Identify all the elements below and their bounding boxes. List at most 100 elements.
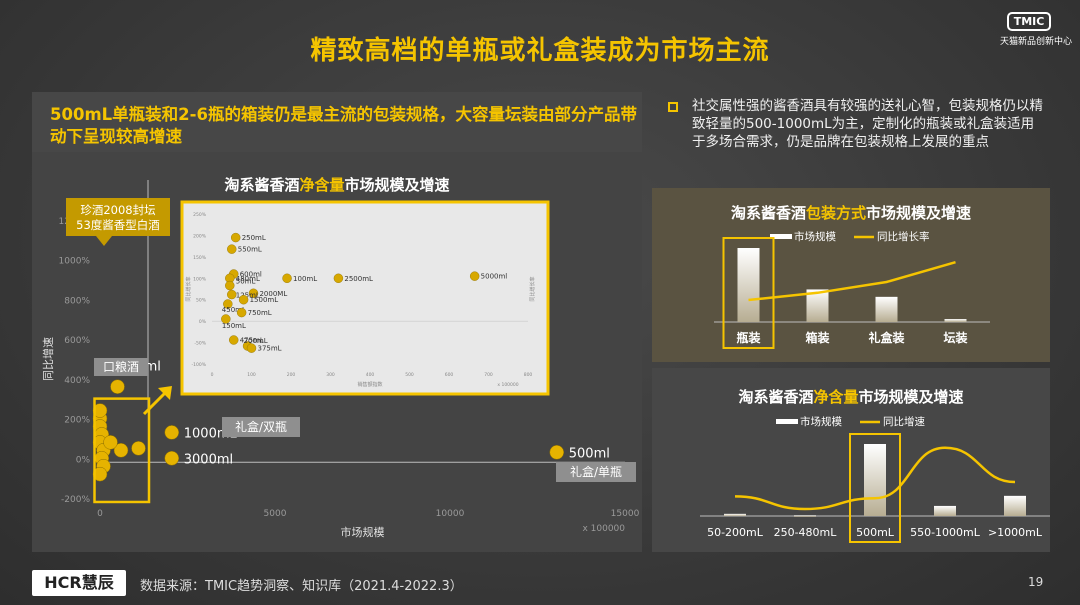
bar [934,505,956,516]
callout-kouliang: 口粮酒 [103,359,139,374]
inset-y-tick: 250% [193,212,207,218]
scatter-y-tick: 1000% [59,257,91,267]
bar [737,248,760,322]
inset-x-tick: 0 [211,372,214,378]
page-number: 19 [1028,575,1044,589]
legend-line-label: 同比增长率 [877,230,930,243]
inset-point [246,343,257,353]
scatter-y-tick: -200% [61,495,90,505]
inset-point-label: 150mL [222,322,246,330]
callout-zhenjiu-pointer [96,236,112,246]
scatter-x-unit: x 100000 [582,524,625,534]
growth-line [748,260,956,302]
inset-point [225,280,235,291]
inset-y-tick: 150% [193,255,207,261]
scatter-point-label: 500ml [569,446,610,461]
legend-bar-label: 市场规模 [800,415,842,428]
tmic-logo-subtitle: 天猫新品创新中心 [1000,37,1073,47]
inset-point-label: 1500mL [250,296,279,304]
scatter-title-highlight: 净含量 [299,176,344,194]
scatter-y-tick: 800% [64,296,90,306]
chart-legend: 市场规模 同比增速 [776,415,925,428]
inset-point [236,307,247,318]
inset-point-label: 100mL [293,275,317,283]
scatter-title-prefix: 淘系酱香酒 [223,176,299,194]
bar [724,513,746,516]
legend-bar-label: 市场规模 [794,230,836,243]
category-label: 礼盒装 [868,330,904,345]
left-panel-header: 500mL单瓶装和2-6瓶的箱装仍是最主流的包装规格，大容量坛装由部分产品带动下… [32,92,642,152]
inset-point-label: 5000ml [481,273,508,281]
bullet-text: 社交属性强的酱香酒具有较强的送礼心智，包装规格仍以精致轻量的500-1000mL… [692,98,1043,150]
scatter-cluster [92,397,151,504]
legend-bar-swatch [776,419,798,424]
chart-legend: 市场规模 同比增长率 [770,230,930,243]
inset-point [469,271,480,281]
scatter-y-tick: 200% [64,416,90,426]
inset-y-tick: 100% [193,276,207,282]
scatter-y-tick: 600% [64,336,90,346]
tmic-logo: TMIC 天猫新品创新中心 [1000,10,1073,47]
bar [1004,495,1026,516]
inset-y2-label: 同比增长率 [529,276,536,301]
callout-single: 礼盒/单瓶 [570,464,622,479]
inset-point-label: 375mL [258,345,282,353]
inset-x-tick: 300 [326,372,335,378]
bar [944,319,967,322]
tmic-logo-mark: TMIC [1006,12,1052,31]
scatter-x-tick: 5000 [264,509,287,519]
inset-x-tick: 500 [405,372,414,378]
data-source: 数据来源：TMIC趋势洞察、知识库（2021.4-2022.3） [140,579,463,594]
scatter-y-label: 同比增速 [41,337,55,381]
callout-zhenjiu-line1: 珍酒2008封坛 [80,203,156,217]
scatter-inset: -100% -50% 0% 50% 100% 150% 200% 250% 0 100 200 300… [180,200,550,396]
scatter-cluster-point [103,435,118,450]
slide: 精致高档的单瓶或礼盒装成为市场主流 TMIC 天猫新品创新中心 500mL单瓶装… [0,0,1080,605]
scatter-title-suffix: 市场规模及增速 [345,176,450,194]
scatter-chart: 淘系酱香酒净含量市场规模及增速 -200% 0% 200% 400% 600% 800% 1… [41,176,640,539]
scatter-y-tick: 0% [76,455,91,465]
scatter-point-label: 3000ml [184,452,233,467]
inset-x-tick: 600 [445,372,454,378]
inset-point [230,232,241,243]
scatter-point [110,379,125,394]
inset-x-tick: 200 [287,372,296,378]
inset-x-tick: 800 [524,372,533,378]
inset-point [227,244,237,254]
volume-bar-chart: 市场规模 同比增速 50-200mL 250-480mL 500mL 550-1000mL… [700,415,1050,543]
inset-point [282,273,292,283]
inset-x-tick: 700 [484,372,493,378]
category-label: 瓶装 [736,330,760,345]
scatter-x-label: 市场规模 [341,525,385,539]
inset-point [229,335,239,345]
inset-y-tick: -100% [192,362,207,368]
legend-line-label: 同比增速 [883,415,925,428]
scatter-cluster-point [131,441,146,456]
inset-x-tick: 100 [247,372,256,378]
scatter-x-tick: 0 [97,509,103,519]
left-headline: 500mL单瓶装和2-6瓶的箱装仍是最主流的包装规格，大容量坛装由部分产品带动下… [50,105,637,146]
bar [794,515,816,517]
scatter-y-tick: 400% [64,376,90,386]
packaging-bar-chart: 市场规模 同比增长率瓶装 箱装 礼盒装 坛装 [714,230,990,349]
bar [875,296,898,322]
category-label: 550-1000mL [910,526,981,539]
inset-point [333,273,344,283]
inset-y-tick: 200% [193,233,207,239]
inset-y-tick: 50% [196,298,207,304]
left-panel: 500mL单瓶装和2-6瓶的箱装仍是最主流的包装规格，大容量坛装由部分产品带动下… [32,92,642,552]
inset-point-label: 550mL [238,246,262,254]
category-label: 250-480mL [774,526,838,539]
category-label: 箱装 [805,330,829,345]
volume-chart-panel: 淘系酱香酒净含量市场规模及增速 市场规模 同比增速 50-200mL 250-480m… [652,368,1050,552]
scatter-x-tick: 10000 [436,509,465,519]
inset-y-label: 同比增长率 [185,276,192,301]
inset-point-label: 2500mL [344,275,373,283]
callout-double: 礼盒/双瓶 [235,419,287,434]
inset-x-unit: x 100000 [497,382,518,388]
scatter-point [164,451,179,466]
inset-y-tick: 0% [199,319,207,325]
scatter-point [549,445,564,460]
category-label: 500mL [856,526,895,539]
category-label: 坛装 [943,330,967,345]
